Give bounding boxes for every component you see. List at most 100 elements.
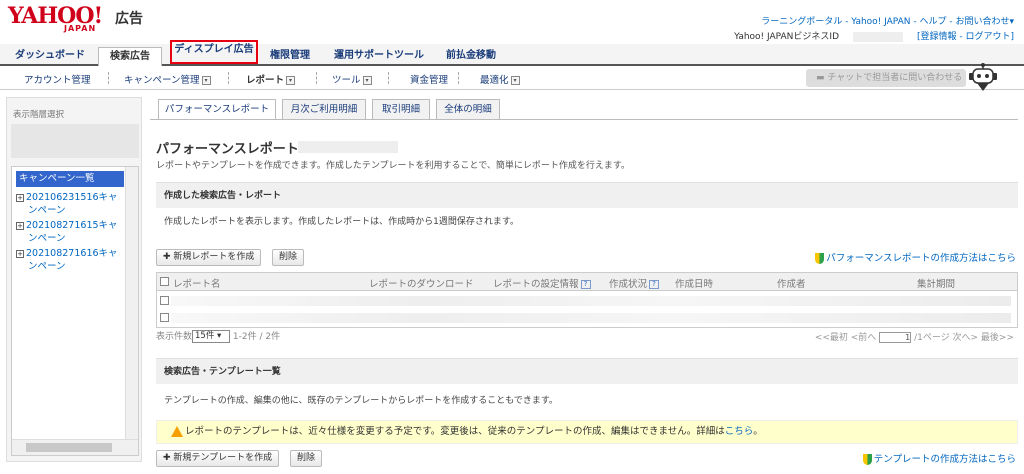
template-warning-banner: レポートのテンプレートは、近々仕様を変更する予定です。変更後は、従来のテンプレー… bbox=[156, 420, 1018, 444]
row-checkbox[interactable] bbox=[160, 296, 169, 305]
col-period[interactable]: 集計期間 bbox=[917, 276, 955, 290]
campaign-tree-label: 202108271615キャ bbox=[26, 220, 118, 231]
account-links[interactable]: [登録情報 - ログアウト] bbox=[917, 32, 1014, 42]
menu-report-label: レポート bbox=[246, 75, 285, 86]
chat-icon: ▬ bbox=[816, 73, 828, 83]
expand-plus-icon[interactable]: + bbox=[16, 221, 24, 230]
tab-all-statements[interactable]: 全体の明細 bbox=[436, 99, 500, 119]
warning-icon bbox=[171, 426, 183, 437]
per-page-select[interactable]: 15件 ▾ bbox=[192, 330, 231, 343]
biz-id-label: Yahoo! JAPANビジネスID bbox=[734, 32, 839, 42]
per-page-value: 15件 bbox=[195, 331, 215, 341]
warning-details-link[interactable]: こちら bbox=[725, 426, 754, 437]
campaign-tree-label: 202108271616キャ bbox=[26, 248, 118, 259]
tab-search-ads[interactable]: 検索広告 bbox=[98, 47, 162, 67]
pager-prev[interactable]: <<最初 <前へ bbox=[815, 333, 876, 343]
campaign-tree-label: ンペーン bbox=[28, 233, 66, 244]
reports-table: レポート名 レポートのダウンロード レポートの設定情報? 作成状況? 作成日時 … bbox=[156, 272, 1018, 328]
campaign-tree-item[interactable]: +202108271616キャ ンペーン bbox=[16, 247, 124, 273]
reports-section-header: 作成した検索広告・レポート bbox=[156, 182, 1018, 208]
menu-separator bbox=[388, 72, 389, 84]
robot-mascot-icon[interactable] bbox=[968, 62, 998, 92]
tab-monthly-statement[interactable]: 月次ご利用明細 bbox=[282, 99, 366, 119]
tab-underline bbox=[150, 119, 1018, 120]
campaign-list-header[interactable]: キャンペーン一覧 bbox=[16, 171, 124, 187]
tab-support-tools[interactable]: 運用サポートツール bbox=[326, 47, 432, 66]
sidebar-account-box[interactable] bbox=[11, 124, 139, 158]
table-row[interactable] bbox=[157, 310, 1017, 326]
campaign-tree-label: 202106231516キャ bbox=[26, 192, 118, 203]
tab-permissions[interactable]: 権限管理 bbox=[262, 47, 318, 66]
expand-plus-icon[interactable]: + bbox=[16, 249, 24, 258]
col-creator[interactable]: 作成者 bbox=[777, 276, 806, 290]
template-help-link[interactable]: テンプレートの作成方法はこちら bbox=[862, 451, 1016, 465]
tab-transactions[interactable]: 取引明細 bbox=[372, 99, 430, 119]
table-header: レポート名 レポートのダウンロード レポートの設定情報? 作成状況? 作成日時 … bbox=[157, 273, 1017, 291]
chat-button[interactable]: ▬ チャットで担当者に問い合わせる bbox=[806, 69, 966, 87]
expand-plus-icon[interactable]: + bbox=[16, 193, 24, 202]
col-created-at[interactable]: 作成日時 bbox=[675, 276, 713, 290]
tab-display-ads[interactable]: ディスプレイ広告 bbox=[170, 40, 258, 64]
menu-separator bbox=[458, 72, 459, 84]
vertical-scrollbar[interactable] bbox=[125, 167, 138, 439]
col-report-name[interactable]: レポート名 bbox=[173, 276, 221, 290]
page-number-input[interactable]: 1 bbox=[879, 332, 912, 343]
header-links[interactable]: ラーニングポータル - Yahoo! JAPAN - ヘルプ - お問い合わせ▾ bbox=[761, 14, 1014, 27]
menu-optimize[interactable]: 最適化 ▾ bbox=[480, 72, 520, 86]
col-status[interactable]: 作成状況? bbox=[609, 276, 660, 290]
select-all-checkbox[interactable] bbox=[160, 276, 169, 287]
pager-count: 1-2件 / 2件 bbox=[232, 332, 281, 342]
per-page-label: 表示件数 bbox=[156, 332, 193, 342]
menu-funds[interactable]: 資金管理 bbox=[410, 72, 448, 86]
row-checkbox[interactable] bbox=[160, 313, 169, 322]
menu-account-management[interactable]: アカウント管理 bbox=[24, 72, 91, 86]
campaign-tree: キャンペーン一覧 +202106231516キャ ンペーン +2021082716… bbox=[11, 166, 139, 456]
sidebar: 表示階層選択 キャンペーン一覧 +202106231516キャ ンペーン +202… bbox=[6, 97, 142, 462]
tab-prepaid-transfer[interactable]: 前払金移動 bbox=[438, 47, 504, 66]
pager: 表示件数 15件 ▾ 1-2件 / 2件 <<最初 <前へ 1 /1ページ 次へ>… bbox=[156, 329, 1018, 343]
help-question-icon[interactable]: ? bbox=[649, 280, 660, 289]
help-question-icon[interactable]: ? bbox=[580, 280, 591, 289]
dropdown-icon: ▾ bbox=[510, 76, 520, 85]
logo-ad-label: 広告 bbox=[115, 11, 143, 27]
report-help-link[interactable]: パフォーマンスレポートの作成方法はこちら bbox=[815, 250, 1016, 264]
table-row[interactable] bbox=[157, 293, 1017, 309]
campaign-tree-label: ンペーン bbox=[28, 261, 66, 272]
warning-text: レポートのテンプレートは、近々仕様を変更する予定です。変更後は、従来のテンプレー… bbox=[185, 426, 725, 437]
col-download[interactable]: レポートのダウンロード bbox=[369, 276, 474, 290]
delete-report-button[interactable]: 削除 bbox=[272, 249, 305, 266]
col-settings[interactable]: レポートの設定情報? bbox=[493, 276, 591, 290]
menu-separator bbox=[228, 72, 229, 84]
header: YAHOO! JAPAN 広告 ラーニングポータル - Yahoo! JAPAN… bbox=[0, 0, 1024, 44]
horizontal-scrollbar[interactable] bbox=[12, 439, 138, 455]
menu-report[interactable]: レポート ▾ bbox=[246, 72, 296, 86]
account-name bbox=[298, 141, 398, 153]
pager-navigation: <<最初 <前へ 1 /1ページ 次へ> 最後>> bbox=[815, 330, 1014, 343]
dropdown-icon: ▾ bbox=[286, 76, 296, 85]
page-description: レポートやテンプレートを作成できます。作成したテンプレートを利用することで、簡単… bbox=[156, 161, 631, 171]
scrollbar-thumb[interactable] bbox=[26, 443, 112, 452]
new-template-button[interactable]: ✚ 新規テンプレートを作成 bbox=[156, 450, 280, 467]
menu-tools-label: ツール bbox=[332, 75, 361, 86]
tab-dashboard[interactable]: ダッシュボード bbox=[8, 47, 92, 66]
row-content bbox=[171, 313, 1011, 323]
delete-template-button[interactable]: 削除 bbox=[290, 450, 323, 467]
dropdown-icon: ▾ bbox=[362, 76, 372, 85]
campaign-tree-item[interactable]: +202108271615キャ ンペーン bbox=[16, 219, 124, 245]
menu-tools[interactable]: ツール ▾ bbox=[332, 72, 372, 86]
pager-next[interactable]: /1ページ 次へ> 最後>> bbox=[914, 333, 1014, 343]
report-help-label: パフォーマンスレポートの作成方法はこちら bbox=[826, 253, 1016, 264]
sub-menu: アカウント管理 キャンペーン管理 ▾ レポート ▾ ツール ▾ 資金管理 最適化 ▾ ▬… bbox=[0, 66, 1024, 90]
row-content bbox=[171, 296, 1011, 306]
menu-separator bbox=[316, 72, 317, 84]
new-report-button[interactable]: ✚ 新規レポートを作成 bbox=[156, 249, 262, 266]
template-help-label: テンプレートの作成方法はこちら bbox=[873, 454, 1016, 465]
templates-section-header: 検索広告・テンプレート一覧 bbox=[156, 358, 1018, 384]
campaign-tree-item[interactable]: +202106231516キャ ンペーン bbox=[16, 191, 124, 217]
tab-performance-report[interactable]: パフォーマンスレポート bbox=[158, 99, 276, 120]
chat-button-label: チャットで担当者に問い合わせる bbox=[827, 73, 963, 83]
menu-campaign-management[interactable]: キャンペーン管理 ▾ bbox=[124, 72, 211, 86]
beginner-leaf-icon bbox=[862, 454, 872, 465]
col-status-label: 作成状況 bbox=[609, 279, 648, 290]
page-title: パフォーマンスレポート bbox=[156, 142, 299, 157]
